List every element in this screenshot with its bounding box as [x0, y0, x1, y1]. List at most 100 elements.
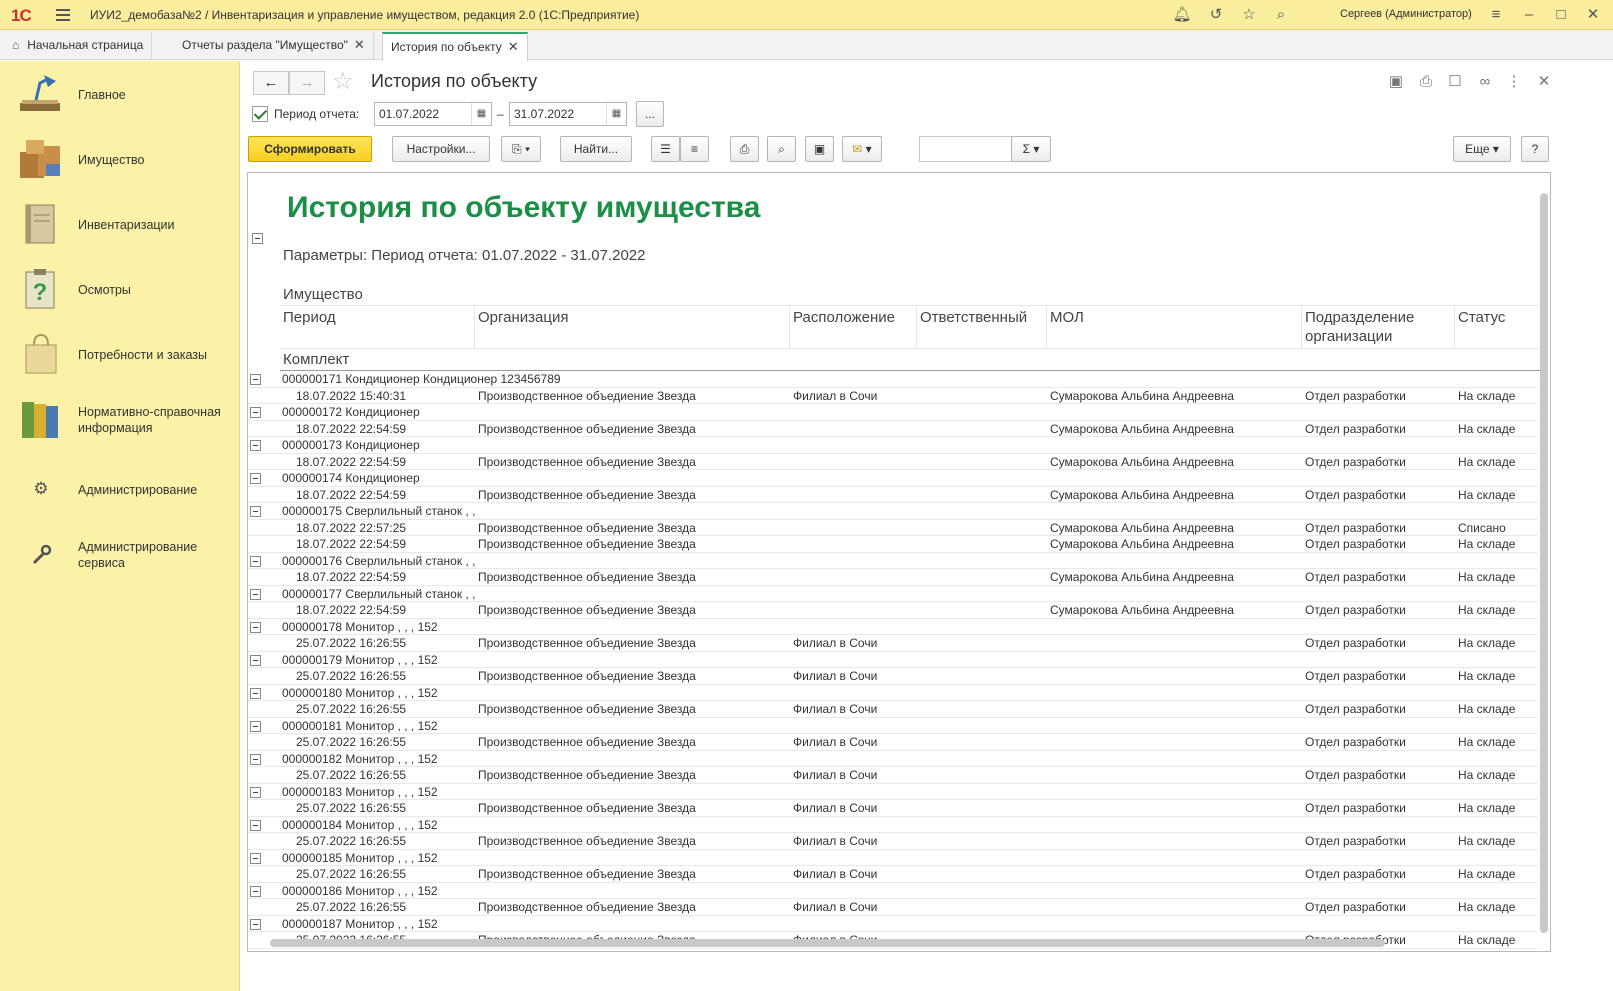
- period-checkbox[interactable]: [252, 106, 268, 122]
- send-email-button[interactable]: ✉ ▾: [842, 136, 882, 162]
- group-row[interactable]: 000000171 Кондиционер Кондиционер 123456…: [248, 371, 1538, 388]
- help-button[interactable]: ?: [1521, 136, 1549, 162]
- collapse-toggle-icon[interactable]: [250, 506, 261, 517]
- table-row[interactable]: 18.07.2022 22:54:59 Производственное объе…: [248, 536, 1538, 553]
- collapse-toggle-icon[interactable]: [250, 654, 261, 666]
- table-row[interactable]: 25.07.2022 16:26:55 Производственное объе…: [248, 899, 1538, 916]
- collapse-toggle-icon[interactable]: [250, 687, 261, 699]
- maximize-icon[interactable]: □: [1551, 5, 1571, 25]
- group-row[interactable]: 000000179 Монитор , , , 152: [248, 652, 1538, 668]
- sidebar-item-needs-orders[interactable]: Потребности и заказы: [0, 323, 240, 383]
- close-tab-icon[interactable]: ✕: [508, 39, 519, 54]
- settings-button[interactable]: Настройки...: [392, 136, 490, 162]
- collapse-toggle-icon[interactable]: [250, 555, 261, 567]
- sidebar-item-administration[interactable]: ⚙ Администрирование: [0, 458, 240, 518]
- collapse-toggle-icon[interactable]: [250, 753, 261, 765]
- minimize-icon[interactable]: –: [1519, 5, 1539, 25]
- group-row[interactable]: 000000182 Монитор , , , 152: [248, 751, 1538, 767]
- collapse-toggle-icon[interactable]: [250, 621, 261, 633]
- sidebar-item-service-administration[interactable]: Администрирование сервиса: [0, 523, 240, 589]
- menu-icon[interactable]: [56, 7, 70, 21]
- group-row[interactable]: 000000173 Кондиционер: [248, 437, 1538, 454]
- collapse-toggle-icon[interactable]: [250, 473, 261, 484]
- settings-icon[interactable]: ≡: [1486, 5, 1506, 25]
- expand-groups-button[interactable]: ☰: [651, 136, 680, 162]
- date-to-field[interactable]: 31.07.2022 ▦: [509, 102, 627, 126]
- print-button[interactable]: ⎙: [730, 136, 759, 162]
- calendar-icon[interactable]: ▦: [606, 103, 626, 125]
- collapse-toggle-icon[interactable]: [250, 440, 261, 451]
- table-row[interactable]: 25.07.2022 16:26:55 Производственное объе…: [248, 701, 1538, 718]
- close-icon[interactable]: ✕: [1583, 5, 1603, 25]
- history-icon[interactable]: ↺: [1206, 5, 1226, 25]
- back-button[interactable]: ←: [253, 71, 289, 95]
- table-row[interactable]: 25.07.2022 16:26:55 Производственное объе…: [248, 800, 1538, 817]
- group-row[interactable]: 000000174 Кондиционер: [248, 470, 1538, 487]
- variant-dropdown-button[interactable]: ⎘ ▾: [501, 136, 541, 162]
- tab-reports[interactable]: Отчеты раздела "Имущество" ✕: [174, 32, 374, 60]
- report-document[interactable]: История по объекту имущества Параметры: …: [247, 172, 1551, 952]
- collapse-toggle-icon[interactable]: [250, 918, 261, 930]
- user-name[interactable]: Сергеев (Администратор): [1340, 8, 1472, 20]
- preview-icon[interactable]: ☐: [1444, 71, 1466, 93]
- collapse-header-toggle[interactable]: [250, 230, 263, 244]
- generate-button[interactable]: Сформировать: [248, 136, 372, 162]
- horizontal-scrollbar[interactable]: [270, 939, 1385, 947]
- sidebar-item-property[interactable]: Имущество: [0, 128, 240, 188]
- bell-icon[interactable]: 🔔︎: [1172, 5, 1192, 25]
- table-row[interactable]: 25.07.2022 16:26:55 Производственное объе…: [248, 668, 1538, 685]
- sidebar-item-inventory[interactable]: Инвентаризации: [0, 193, 240, 253]
- table-row[interactable]: 25.07.2022 16:26:55 Производственное объе…: [248, 833, 1538, 850]
- close-tab-icon[interactable]: ✕: [354, 37, 365, 52]
- table-row[interactable]: 18.07.2022 22:54:59 Производственное объе…: [248, 602, 1538, 619]
- search-icon[interactable]: ⌕: [1271, 5, 1291, 25]
- tab-home[interactable]: ⌂ Начальная страница: [4, 32, 153, 60]
- close-form-icon[interactable]: ✕: [1533, 71, 1555, 93]
- more-vertical-icon[interactable]: ⋮: [1503, 71, 1525, 93]
- sidebar-item-inspections[interactable]: ? Осмотры: [0, 258, 240, 318]
- tab-object-history[interactable]: История по объекту ✕: [382, 32, 528, 61]
- group-row[interactable]: 000000180 Монитор , , , 152: [248, 685, 1538, 701]
- sum-dropdown-button[interactable]: Σ ▾: [1011, 136, 1051, 162]
- collapse-toggle-icon[interactable]: [250, 885, 261, 897]
- sidebar-item-main[interactable]: Главное: [0, 63, 240, 123]
- collapse-toggle-icon[interactable]: [250, 852, 261, 864]
- save-file-button[interactable]: ▣: [805, 136, 834, 162]
- table-row[interactable]: 18.07.2022 22:54:59 Производственное объе…: [248, 454, 1538, 470]
- collapse-toggle-icon[interactable]: [250, 786, 261, 798]
- sidebar-item-reference[interactable]: Нормативно-справочная информация: [0, 388, 240, 454]
- collapse-toggle-icon[interactable]: [250, 374, 261, 385]
- collapse-toggle-icon[interactable]: [250, 720, 261, 732]
- print-icon[interactable]: ⎙: [1415, 71, 1437, 93]
- period-select-button[interactable]: ...: [636, 101, 664, 127]
- date-from-field[interactable]: 01.07.2022 ▦: [374, 102, 492, 126]
- forward-button[interactable]: →: [289, 71, 325, 95]
- collapse-toggle-icon[interactable]: [250, 588, 261, 600]
- group-row[interactable]: 000000178 Монитор , , , 152: [248, 619, 1538, 635]
- group-row[interactable]: 000000187 Монитор , , , 152: [248, 916, 1538, 932]
- preview-button[interactable]: ⌕: [767, 136, 796, 162]
- table-row[interactable]: 18.07.2022 15:40:31 Производственное объе…: [248, 388, 1538, 404]
- table-row[interactable]: 18.07.2022 22:57:25 Производственное объе…: [248, 520, 1538, 536]
- more-button[interactable]: Еще ▾: [1453, 136, 1511, 162]
- save-icon[interactable]: ▣: [1385, 71, 1407, 93]
- collapse-groups-button[interactable]: ≡: [680, 136, 709, 162]
- group-row[interactable]: 000000184 Монитор , , , 152: [248, 817, 1538, 833]
- find-button[interactable]: Найти...: [560, 136, 632, 162]
- star-icon[interactable]: ☆: [1239, 5, 1259, 25]
- table-row[interactable]: 25.07.2022 16:26:55 Производственное объе…: [248, 866, 1538, 883]
- collapse-toggle-icon[interactable]: [250, 407, 261, 418]
- table-row[interactable]: 18.07.2022 22:54:59 Производственное объе…: [248, 569, 1538, 586]
- group-row[interactable]: 000000172 Кондиционер: [248, 404, 1538, 421]
- table-row[interactable]: 25.07.2022 16:26:55 Производственное объе…: [248, 767, 1538, 784]
- table-row[interactable]: 25.07.2022 16:26:55 Производственное объе…: [248, 635, 1538, 652]
- table-row[interactable]: 25.07.2022 16:26:55 Производственное объе…: [248, 734, 1538, 751]
- group-row[interactable]: 000000177 Сверлильный станок , ,: [248, 586, 1538, 602]
- calendar-icon[interactable]: ▦: [471, 103, 491, 125]
- vertical-scrollbar[interactable]: [1540, 193, 1548, 933]
- group-row[interactable]: 000000176 Сверлильный станок , ,: [248, 553, 1538, 569]
- group-row[interactable]: 000000186 Монитор , , , 152: [248, 883, 1538, 899]
- favorite-star-icon[interactable]: ☆: [332, 67, 354, 96]
- collapse-toggle-icon[interactable]: [250, 819, 261, 831]
- table-row[interactable]: 18.07.2022 22:54:59 Производственное объе…: [248, 487, 1538, 503]
